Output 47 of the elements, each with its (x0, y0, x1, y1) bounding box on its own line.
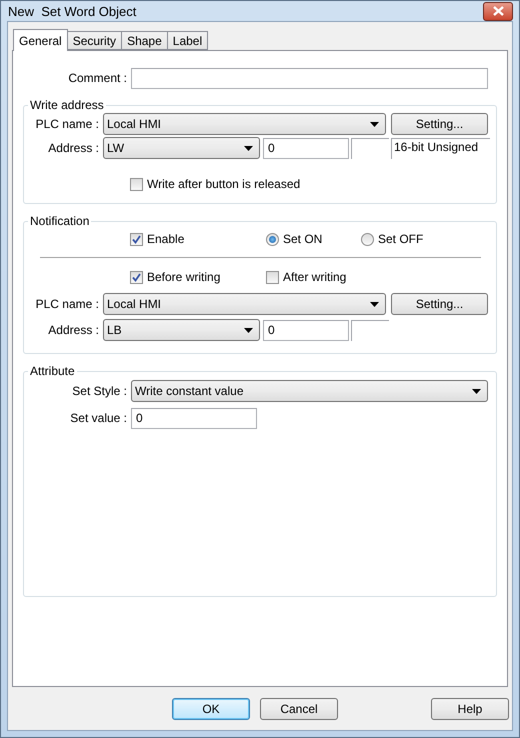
data-type-field: 16-bit Unsigned (391, 138, 490, 158)
group-title: Attribute (29, 364, 76, 378)
radio-button[interactable]: Set OFF (361, 232, 424, 246)
tab[interactable]: Label (166, 31, 208, 50)
address-extra-field[interactable] (351, 320, 389, 340)
close-button[interactable] (483, 2, 513, 20)
setting-button[interactable]: Setting... (391, 293, 488, 315)
close-icon (492, 6, 504, 16)
window-title: New Set Word Object (8, 4, 136, 18)
tab[interactable]: Security (66, 31, 122, 50)
checkbox[interactable]: Write after button is released (130, 177, 300, 191)
field-label: Address : (47, 323, 100, 337)
checkbox[interactable]: Before writing (130, 270, 220, 284)
tab[interactable]: Shape (121, 31, 168, 50)
caret-icon (244, 328, 253, 332)
group-title: Write address (29, 98, 105, 112)
checkbox[interactable]: After writing (266, 270, 346, 284)
caret-icon (472, 388, 481, 394)
check-icon (132, 272, 141, 282)
device-dropdown[interactable]: LB (103, 319, 260, 341)
setting-button[interactable]: Setting... (391, 113, 488, 135)
field-label: Address : (47, 141, 100, 155)
field-label: PLC name : (34, 297, 100, 311)
dialog-button[interactable]: Cancel (260, 698, 338, 720)
field-label: Set Style : (71, 384, 128, 398)
comment-field[interactable] (131, 68, 488, 88)
tab[interactable]: General (13, 29, 68, 51)
checkbox[interactable]: Enable (130, 232, 184, 246)
plc-name-dropdown[interactable]: Local HMI (103, 293, 386, 315)
check-icon (132, 234, 141, 244)
device-dropdown[interactable]: LW (103, 137, 260, 159)
field-label: PLC name : (34, 117, 100, 131)
caret-icon (370, 302, 379, 306)
address-extra-field[interactable] (351, 138, 389, 158)
field-label: Comment : (67, 71, 128, 85)
address-field[interactable]: 0 (263, 138, 349, 158)
dialog-button[interactable]: OK (172, 698, 250, 720)
set-style-dropdown[interactable]: Write constant value (131, 380, 488, 402)
address-field[interactable]: 0 (263, 320, 349, 340)
radio-button[interactable]: Set ON (266, 232, 322, 246)
set-value-field[interactable]: 0 (131, 408, 257, 428)
field-label: Set value : (69, 411, 128, 425)
plc-name-dropdown[interactable]: Local HMI (103, 113, 386, 135)
group-title: Notification (29, 214, 90, 228)
caret-icon (244, 146, 253, 150)
dialog-button[interactable]: Help (431, 698, 509, 720)
caret-icon (370, 122, 379, 126)
